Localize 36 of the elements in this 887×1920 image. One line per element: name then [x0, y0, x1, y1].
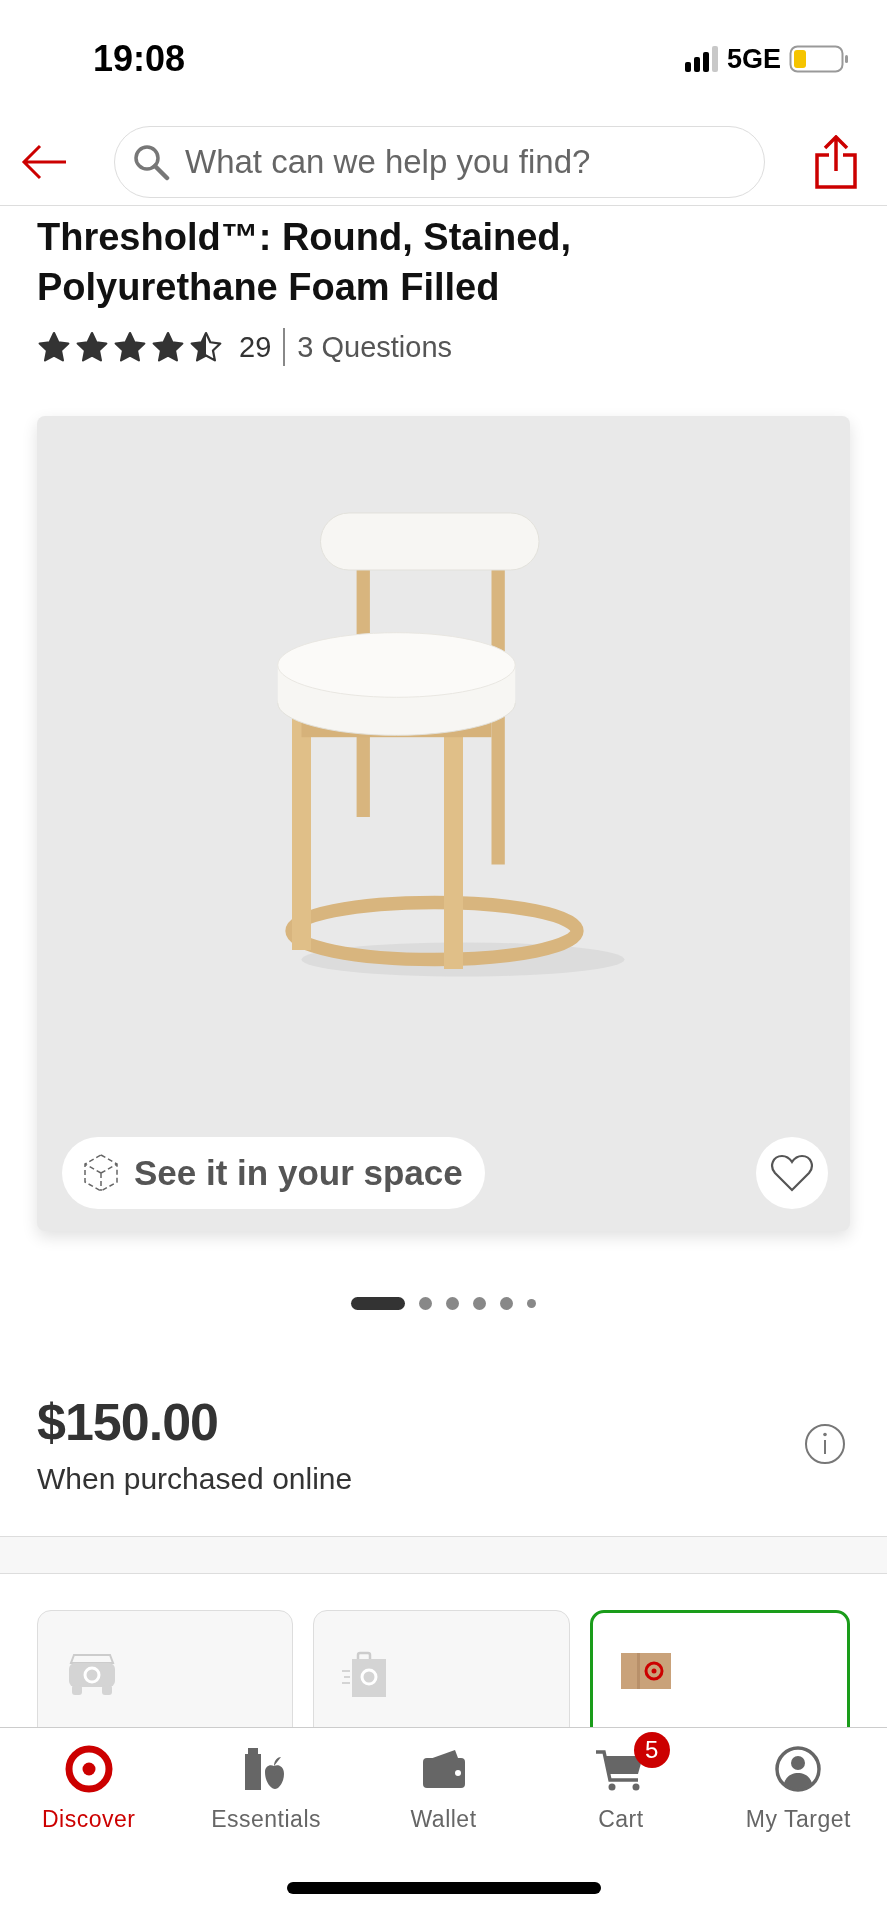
carousel-dot[interactable] [446, 1296, 459, 1310]
star-icon [75, 331, 109, 363]
carousel-dot[interactable] [527, 1298, 536, 1308]
status-time: 19:08 [93, 38, 186, 80]
price: $150.00 [37, 1392, 219, 1452]
review-count[interactable]: 29 [239, 330, 272, 364]
car-icon [66, 1651, 118, 1697]
info-icon[interactable] [803, 1422, 847, 1466]
price-note: When purchased online [37, 1462, 353, 1496]
share-icon[interactable] [815, 134, 857, 189]
star-icon [113, 331, 147, 363]
shopping-bag-icon [342, 1651, 389, 1697]
tab-bar-item[interactable]: Discover [0, 1728, 178, 1856]
product-title: Threshold™: Round, Stained, Polyurethane Foam Filled [37, 215, 573, 310]
carousel-dot[interactable] [500, 1296, 513, 1310]
tab-bar-item[interactable]: Essentials [177, 1728, 355, 1856]
signal-icon [684, 46, 719, 72]
star-icon [37, 331, 71, 363]
network-label: 5GE [726, 43, 781, 75]
questions-link[interactable]: 3 Questions [297, 330, 453, 364]
tab-bar-item[interactable]: Wallet [354, 1728, 533, 1856]
tab-bar-item[interactable]: 5 Cart [532, 1728, 710, 1856]
carousel-dot[interactable] [473, 1296, 486, 1310]
package-icon [620, 1653, 671, 1689]
bullseye-icon [64, 1745, 113, 1793]
cart-count-badge: 5 [633, 1732, 670, 1768]
wallet-icon [420, 1748, 467, 1790]
carousel-dot[interactable] [419, 1296, 432, 1310]
search-field[interactable]: What can we help you find? [114, 125, 765, 198]
account-icon [774, 1745, 823, 1793]
star-icon [151, 331, 185, 363]
see-in-space-button[interactable]: See it in your space [62, 1137, 485, 1209]
star-icon [189, 331, 223, 363]
tab-bar-item[interactable]: My Target [709, 1728, 887, 1856]
battery-icon [789, 45, 849, 73]
back-arrow-icon[interactable] [20, 143, 68, 180]
